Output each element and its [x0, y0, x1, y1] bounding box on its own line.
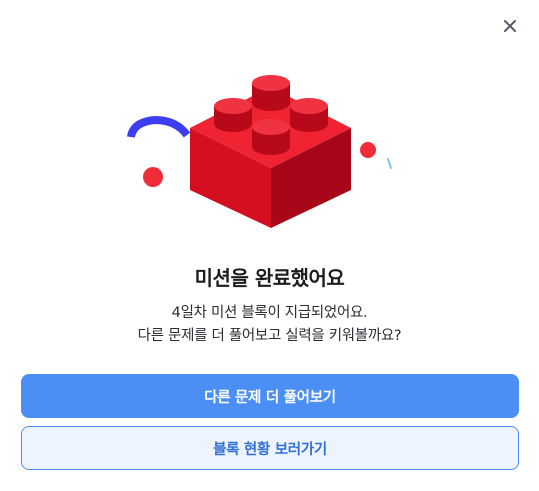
red-dot-right [360, 142, 376, 158]
dialog-description: 4일차 미션 블록이 지급되었어요. 다른 문제를 더 풀어보고 실력을 키워볼… [0, 302, 539, 348]
view-blocks-button[interactable]: 블록 현황 보러가기 [21, 426, 519, 470]
lego-block-illustration [127, 75, 392, 228]
blue-arc-decoration [127, 115, 191, 138]
solve-more-button[interactable]: 다른 문제 더 풀어보기 [21, 374, 519, 418]
teal-line-decoration [387, 158, 392, 169]
red-dot-left [143, 167, 163, 187]
dialog-title: 미션을 완료했어요 [194, 266, 345, 290]
stud-back [252, 75, 290, 111]
description-line-2: 다른 문제를 더 풀어보고 실력을 키워볼까요? [137, 328, 402, 344]
stud-left [214, 98, 252, 132]
stud-front [252, 119, 290, 155]
stud-right [290, 98, 328, 132]
close-icon [504, 20, 516, 32]
description-line-1: 4일차 미션 블록이 지급되었어요. [171, 305, 368, 321]
close-button[interactable] [500, 16, 520, 36]
